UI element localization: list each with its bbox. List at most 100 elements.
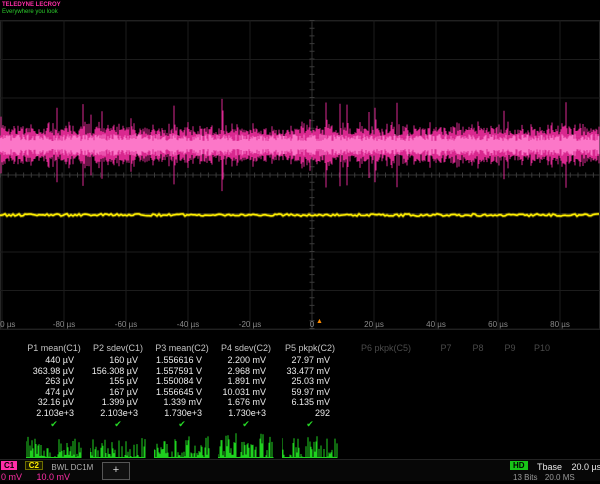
measure-value-r2-p3: 1.557591 V	[150, 366, 214, 377]
timebase-box[interactable]: HD Tbase 20.0 µs/div 13 Bits 20.0 MS	[510, 461, 600, 481]
time-label: 40 µs	[426, 320, 446, 329]
measure-value-r1-p2: 160 µV	[86, 355, 150, 366]
measure-value-r3-p4: 1.891 mV	[214, 376, 278, 387]
measure-value-r5-p9	[494, 397, 526, 408]
measure-value-r3-p1: 263 µV	[22, 376, 86, 387]
measure-value-r2-p4: 2.968 mV	[214, 366, 278, 377]
measure-value-r5-p2: 1.399 µV	[86, 397, 150, 408]
measure-value-r6-p1: 2.103e+3	[22, 408, 86, 419]
measure-value-r4-p10	[526, 387, 558, 398]
c1-offset: 0 mV	[1, 472, 22, 482]
brand-logo-line2: Everywhere you look	[2, 9, 61, 16]
measure-status-p10	[526, 418, 558, 430]
time-label: 0	[310, 320, 314, 329]
histicon-p3[interactable]	[154, 432, 210, 458]
measure-value-r1-p9	[494, 355, 526, 366]
measurement-table: P1 mean(C1)P2 sdev(C1)P3 mean(C2)P4 sdev…	[0, 342, 600, 430]
brand-logo: TELEDYNE LECROY Everywhere you look	[2, 2, 61, 16]
measure-value-r1-p7	[430, 355, 462, 366]
measure-value-r2-p8	[462, 366, 494, 377]
time-label: -100 µs	[0, 320, 15, 329]
measure-value-r2-p1: 363.98 µV	[22, 366, 86, 377]
histicon-p2[interactable]	[90, 432, 146, 458]
histicon-p1[interactable]	[26, 432, 82, 458]
bottom-bar: C1 C2 BWL DC1M 0 mV 10.0 mV + HD Tbase 2…	[0, 459, 600, 481]
measure-status-p5: ✔	[278, 418, 342, 430]
measure-value-r6-p6	[342, 408, 430, 419]
measure-value-r6-p3: 1.730e+3	[150, 408, 214, 419]
measure-value-r4-p6	[342, 387, 430, 398]
measure-value-r4-p5: 59.97 mV	[278, 387, 342, 398]
measure-status-p9	[494, 418, 526, 430]
measure-value-r1-p5: 27.97 mV	[278, 355, 342, 366]
measure-value-r3-p10	[526, 376, 558, 387]
measure-status-p7	[430, 418, 462, 430]
measure-header-p9[interactable]: P9	[494, 342, 526, 355]
time-axis: -100 µs-80 µs-60 µs-40 µs-20 µs020 µs40 …	[0, 320, 600, 332]
time-label: -40 µs	[177, 320, 199, 329]
measure-value-r1-p3: 1.556616 V	[150, 355, 214, 366]
measure-value-r3-p9	[494, 376, 526, 387]
measure-header-p7[interactable]: P7	[430, 342, 462, 355]
measure-value-r4-p7	[430, 387, 462, 398]
measure-header-p3[interactable]: P3 mean(C2)	[150, 342, 214, 355]
measure-header-p8[interactable]: P8	[462, 342, 494, 355]
measure-value-r6-p9	[494, 408, 526, 419]
waveform-traces	[0, 20, 600, 330]
measure-value-r5-p8	[462, 397, 494, 408]
measure-value-r1-p4: 2.200 mV	[214, 355, 278, 366]
channel-c1-tag[interactable]: C1	[1, 461, 17, 470]
time-label: -80 µs	[53, 320, 75, 329]
measure-header-p1[interactable]: P1 mean(C1)	[22, 342, 86, 355]
channel-descriptors: C1 C2 BWL DC1M 0 mV 10.0 mV	[1, 461, 93, 481]
measure-value-r5-p6	[342, 397, 430, 408]
measure-value-r1-p10	[526, 355, 558, 366]
time-label: 80 µs	[550, 320, 570, 329]
waveform-plot-area[interactable]	[0, 20, 600, 330]
measure-value-r5-p5: 6.135 mV	[278, 397, 342, 408]
measure-value-r4-p3: 1.556645 V	[150, 387, 214, 398]
measure-status-p3: ✔	[150, 418, 214, 430]
measure-value-r6-p7	[430, 408, 462, 419]
measure-value-r3-p5: 25.03 mV	[278, 376, 342, 387]
measure-value-r4-p8	[462, 387, 494, 398]
measure-value-r3-p6	[342, 376, 430, 387]
measure-value-r2-p9	[494, 366, 526, 377]
hd-badge: HD	[510, 461, 528, 470]
measure-value-r4-p9	[494, 387, 526, 398]
measure-value-r2-p10	[526, 366, 558, 377]
measure-value-r4-p4: 10.031 mV	[214, 387, 278, 398]
measure-header-p5[interactable]: P5 pkpk(C2)	[278, 342, 342, 355]
measure-value-r2-p5: 33.477 mV	[278, 366, 342, 377]
histicon-p4[interactable]	[218, 432, 274, 458]
trigger-marker[interactable]: ▲	[316, 318, 323, 325]
measure-value-r6-p2: 2.103e+3	[86, 408, 150, 419]
measure-value-r5-p7	[430, 397, 462, 408]
measure-value-r6-p4: 1.730e+3	[214, 408, 278, 419]
measure-header-p2[interactable]: P2 sdev(C1)	[86, 342, 150, 355]
measure-value-r3-p3: 1.550084 V	[150, 376, 214, 387]
measure-header-p4[interactable]: P4 sdev(C2)	[214, 342, 278, 355]
measure-header-p6[interactable]: P6 pkpk(C5)	[342, 342, 430, 355]
histicon-p5[interactable]	[282, 432, 338, 458]
measure-value-r2-p6	[342, 366, 430, 377]
time-label: -60 µs	[115, 320, 137, 329]
measure-value-r4-p1: 474 µV	[22, 387, 86, 398]
measure-value-r1-p8	[462, 355, 494, 366]
measure-status-p4: ✔	[214, 418, 278, 430]
measure-value-r4-p2: 167 µV	[86, 387, 150, 398]
measure-value-r5-p4: 1.676 mV	[214, 397, 278, 408]
measure-status-p8	[462, 418, 494, 430]
measure-value-r1-p1: 440 µV	[22, 355, 86, 366]
measure-status-p6	[342, 418, 430, 430]
c1-scale: 10.0 mV	[36, 472, 70, 482]
measure-value-r1-p6	[342, 355, 430, 366]
measure-value-r6-p5: 292	[278, 408, 342, 419]
measure-header-p10[interactable]: P10	[526, 342, 558, 355]
add-trace-button[interactable]: +	[102, 462, 130, 480]
measure-status-p2: ✔	[86, 418, 150, 430]
measure-value-r3-p7	[430, 376, 462, 387]
measurement-histicons	[0, 430, 600, 458]
brand-logo-line1: TELEDYNE LECROY	[2, 2, 61, 9]
time-label: 60 µs	[488, 320, 508, 329]
